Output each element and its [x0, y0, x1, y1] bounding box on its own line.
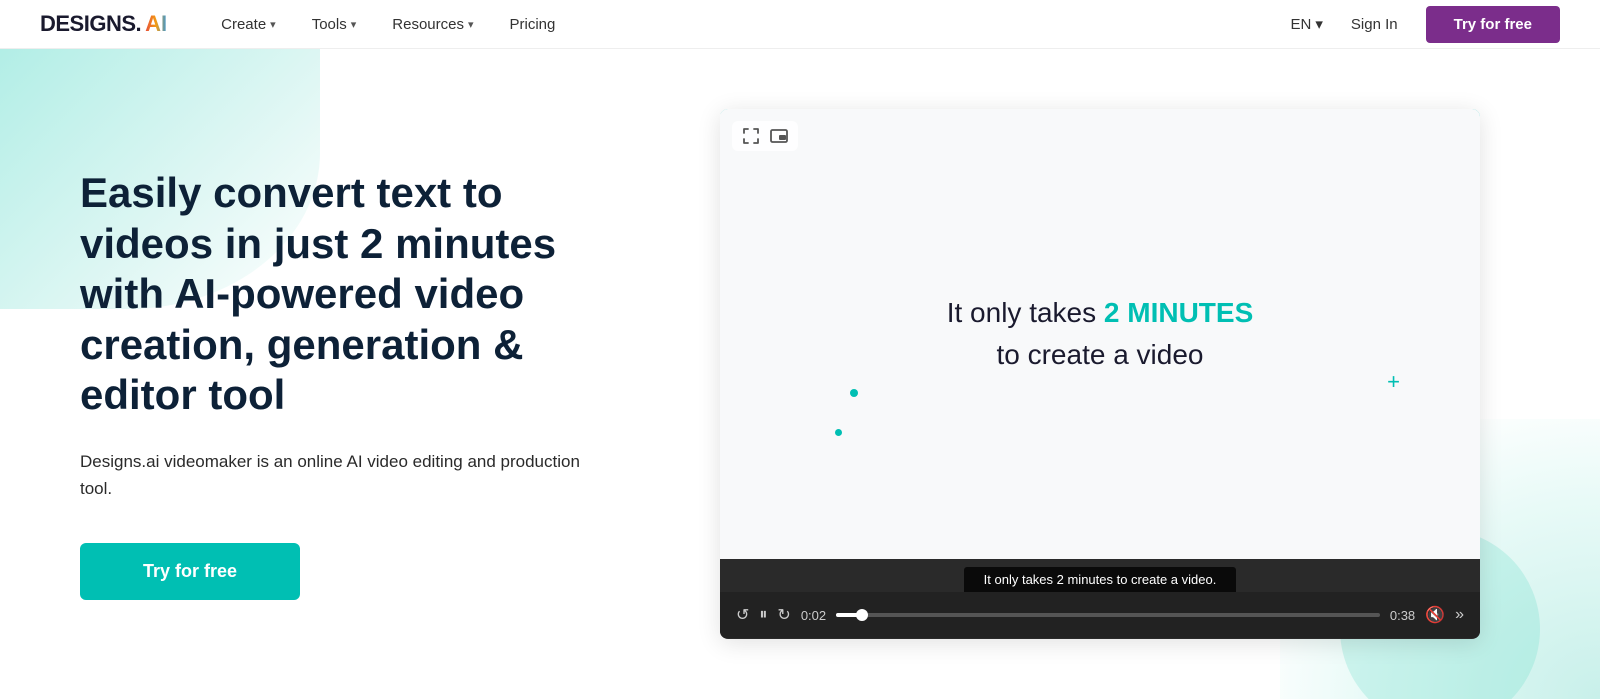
sign-in-button[interactable]: Sign In	[1339, 10, 1410, 39]
progress-bar[interactable]	[836, 613, 1380, 617]
try-free-nav-button[interactable]: Try for free	[1426, 6, 1560, 43]
nav-links: Create ▾ Tools ▾ Resources ▾ Pricing	[207, 10, 1290, 39]
teal-dot-1	[850, 389, 858, 397]
nav-item-resources[interactable]: Resources ▾	[378, 10, 487, 39]
plus-decoration: +	[1387, 369, 1400, 395]
chevron-down-icon: ▾	[1315, 15, 1323, 33]
chevron-down-icon: ▾	[468, 18, 474, 31]
progress-fill	[836, 613, 863, 617]
hero-left: Easily convert text to videos in just 2 …	[0, 49, 620, 699]
pause-button[interactable]: ⏸	[759, 606, 767, 624]
logo-ai: AI	[145, 11, 167, 37]
pip-icon[interactable]	[768, 125, 790, 147]
nav-resources-label: Resources	[392, 16, 464, 33]
teal-dot-2	[835, 429, 842, 436]
logo-text: DESIGNS.	[40, 11, 141, 37]
try-free-hero-button[interactable]: Try for free	[80, 543, 300, 600]
replay-fwd-icon[interactable]: ↻	[777, 605, 790, 625]
nav-pricing-label: Pricing	[510, 16, 556, 33]
nav-item-create[interactable]: Create ▾	[207, 10, 290, 39]
video-controls-bottom: ↺ ⏸ ↻ 0:02 0:38 🔇 »	[720, 592, 1480, 638]
nav-item-tools[interactable]: Tools ▾	[298, 10, 371, 39]
video-top-controls	[732, 121, 798, 151]
hero-title: Easily convert text to videos in just 2 …	[80, 168, 580, 420]
video-player: for(let i=0;i<40;i++) document.currentSc…	[720, 109, 1480, 639]
main-content: Easily convert text to videos in just 2 …	[0, 49, 1600, 699]
nav-right: EN ▾ Sign In Try for free	[1291, 6, 1560, 43]
sign-in-label: Sign In	[1351, 16, 1398, 33]
nav-create-label: Create	[221, 16, 266, 33]
progress-thumb	[856, 609, 868, 621]
video-caption-suffix: to create a video	[996, 339, 1203, 370]
logo[interactable]: DESIGNS.AI	[40, 11, 167, 37]
replay-back-icon[interactable]: ↺	[736, 605, 749, 625]
hero-right: for(let i=0;i<40;i++) document.currentSc…	[620, 49, 1600, 699]
nav-item-pricing[interactable]: Pricing	[496, 10, 570, 39]
language-selector[interactable]: EN ▾	[1291, 15, 1323, 33]
skip-forward-icon[interactable]: »	[1455, 606, 1464, 624]
chevron-down-icon: ▾	[351, 18, 357, 31]
video-controls-bar: It only takes 2 minutes to create a vide…	[720, 559, 1480, 639]
expand-icon[interactable]	[740, 125, 762, 147]
time-total: 0:38	[1390, 608, 1415, 623]
video-caption-highlight: 2 MINUTES	[1104, 297, 1253, 328]
video-main-text-area: It only takes 2 MINUTES to create a vide…	[720, 109, 1480, 559]
video-subtitle: It only takes 2 minutes to create a vide…	[964, 567, 1237, 592]
mute-icon[interactable]: 🔇	[1425, 605, 1445, 625]
time-current: 0:02	[801, 608, 826, 623]
lang-label: EN	[1291, 16, 1312, 33]
chevron-down-icon: ▾	[270, 18, 276, 31]
hero-description: Designs.ai videomaker is an online AI vi…	[80, 448, 580, 502]
video-caption: It only takes 2 MINUTES to create a vide…	[947, 292, 1254, 376]
video-caption-prefix: It only takes	[947, 297, 1104, 328]
nav-tools-label: Tools	[312, 16, 347, 33]
navbar: DESIGNS.AI Create ▾ Tools ▾ Resources ▾ …	[0, 0, 1600, 49]
